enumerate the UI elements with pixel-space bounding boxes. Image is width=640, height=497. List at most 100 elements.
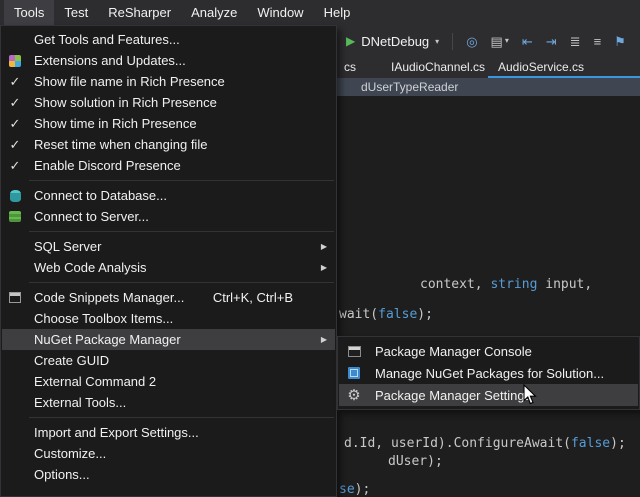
code-fragment: dUser); <box>388 454 443 469</box>
code-fragment: d.Id, userId).ConfigureAwait(false); <box>344 436 626 451</box>
menu-item-label: Enable Discord Presence <box>28 158 181 173</box>
menubar-item-analyze[interactable]: Analyze <box>181 0 247 25</box>
menu-item-label: Show time in Rich Presence <box>28 116 197 131</box>
bookmark-icon[interactable]: ⚑ <box>614 35 626 48</box>
debug-target-label: DNetDebug <box>361 34 429 49</box>
menu-item-enable-discord-presence[interactable]: ✓Enable Discord Presence <box>2 155 335 176</box>
menubar-item-test[interactable]: Test <box>54 0 98 25</box>
menu-item-label: Manage NuGet Packages for Solution... <box>369 366 604 381</box>
comment-icon[interactable]: ≣ <box>570 35 581 48</box>
menu-item-show-solution-in-rich-presence[interactable]: ✓Show solution in Rich Presence <box>2 92 335 113</box>
console-icon <box>346 343 362 359</box>
menu-item-label: External Tools... <box>28 395 126 410</box>
checkmark-icon: ✓ <box>2 158 28 174</box>
menu-item-label: Extensions and Updates... <box>28 53 186 68</box>
tab-cs[interactable]: cs <box>344 57 356 78</box>
chevron-down-icon: ▾ <box>435 37 439 46</box>
menu-item-label: Connect to Database... <box>28 188 167 203</box>
menu-item-label: Choose Toolbox Items... <box>28 311 173 326</box>
menu-separator <box>29 282 334 283</box>
server-icon <box>7 209 23 225</box>
file-dropdown-icon[interactable]: ▤▾ <box>491 35 509 48</box>
gear-icon: ⚙ <box>346 387 362 403</box>
menu-item-label: Import and Export Settings... <box>28 425 199 440</box>
menu-item-customize[interactable]: Customize... <box>2 443 335 464</box>
menu-item-choose-toolbox-items[interactable]: Choose Toolbox Items... <box>2 308 335 329</box>
menu-item-connect-to-server[interactable]: Connect to Server... <box>2 206 335 227</box>
menu-separator <box>29 231 334 232</box>
menu-item-show-time-in-rich-presence[interactable]: ✓Show time in Rich Presence <box>2 113 335 134</box>
menu-item-create-guid[interactable]: Create GUID <box>2 350 335 371</box>
menu-item-show-file-name-in-rich-presence[interactable]: ✓Show file name in Rich Presence <box>2 71 335 92</box>
menubar: ToolsTestReSharperAnalyzeWindowHelp <box>0 0 640 25</box>
menu-item-label: SQL Server <box>28 239 101 254</box>
menu-item-label: Connect to Server... <box>28 209 149 224</box>
menu-item-sql-server[interactable]: SQL Server▶ <box>2 236 335 257</box>
menu-item-package-manager-console[interactable]: Package Manager Console <box>339 340 638 362</box>
checkmark-icon: ✓ <box>2 116 28 132</box>
menu-item-import-and-export-settings[interactable]: Import and Export Settings... <box>2 422 335 443</box>
menubar-item-window[interactable]: Window <box>247 0 313 25</box>
menubar-item-tools[interactable]: Tools <box>4 0 54 25</box>
menu-item-code-snippets-manager[interactable]: Code Snippets Manager...Ctrl+K, Ctrl+B <box>2 287 335 308</box>
editor-navigation-bar[interactable]: dUserTypeReader <box>337 78 640 96</box>
tab-iaudiochannel-cs[interactable]: IAudioChannel.cs <box>391 57 485 78</box>
attach-icon[interactable]: ◎ <box>466 35 477 48</box>
menu-gutter <box>2 290 28 306</box>
menu-item-label: Customize... <box>28 446 106 461</box>
checkmark-icon: ✓ <box>2 137 28 153</box>
menu-item-external-command-2[interactable]: External Command 2 <box>2 371 335 392</box>
menu-item-label: Show solution in Rich Presence <box>28 95 217 110</box>
toolbar-separator <box>452 33 453 50</box>
checkmark-icon: ✓ <box>2 74 28 90</box>
menu-item-label: Package Manager Settings <box>369 388 531 403</box>
database-icon <box>7 188 23 204</box>
code-fragment: wait(false); <box>339 307 433 322</box>
menu-item-options[interactable]: Options... <box>2 464 335 485</box>
tools-menu-dropdown: Get Tools and Features... Extensions and … <box>0 25 337 497</box>
start-debug-button[interactable]: ▶ DNetDebug ▾ <box>346 34 439 49</box>
menubar-item-resharper[interactable]: ReSharper <box>98 0 181 25</box>
submenu-arrow-icon: ▶ <box>313 335 335 344</box>
tab-audioservice-cs[interactable]: AudioService.cs <box>498 57 584 78</box>
menu-gutter <box>2 53 28 69</box>
menu-item-label: Show file name in Rich Presence <box>28 74 225 89</box>
menu-item-extensions-and-updates[interactable]: Extensions and Updates... <box>2 50 335 71</box>
navigation-bar-text: dUserTypeReader <box>361 80 458 94</box>
menu-item-external-tools[interactable]: External Tools... <box>2 392 335 413</box>
menu-item-label: Options... <box>28 467 90 482</box>
menu-separator <box>29 417 334 418</box>
menu-item-label: Get Tools and Features... <box>28 32 180 47</box>
nuget-package-manager-submenu: Package Manager Console Manage NuGet Pack… <box>337 336 640 410</box>
indent-icon[interactable]: ⇥ <box>546 35 557 48</box>
code-fragment: context, string input, <box>420 277 592 292</box>
menu-item-label: NuGet Package Manager <box>28 332 181 347</box>
menu-item-label: Code Snippets Manager... <box>28 290 184 305</box>
menu-item-label: External Command 2 <box>28 374 156 389</box>
snippets-icon <box>7 290 23 306</box>
menu-item-manage-nuget-packages-for-solution[interactable]: Manage NuGet Packages for Solution... <box>339 362 638 384</box>
menu-item-nuget-package-manager[interactable]: NuGet Package Manager ▶ <box>2 329 335 350</box>
nuget-icon <box>346 365 362 381</box>
mouse-cursor <box>523 384 539 406</box>
menu-item-package-manager-settings[interactable]: ⚙ Package Manager Settings <box>339 384 638 406</box>
submenu-arrow-icon: ▶ <box>313 263 335 272</box>
menu-separator <box>29 180 334 181</box>
uncomment-icon[interactable]: ≡ <box>594 35 602 48</box>
chevron-down-icon: ▾ <box>505 37 509 45</box>
menu-item-label: Create GUID <box>28 353 109 368</box>
menu-gutter <box>2 188 28 204</box>
menu-item-connect-to-database[interactable]: Connect to Database... <box>2 185 335 206</box>
menu-gutter <box>339 365 369 381</box>
menu-gutter <box>2 209 28 225</box>
menu-item-label: Web Code Analysis <box>28 260 147 275</box>
menubar-item-help[interactable]: Help <box>314 0 361 25</box>
outdent-icon[interactable]: ⇤ <box>522 35 533 48</box>
menu-item-get-tools-and-features[interactable]: Get Tools and Features... <box>2 29 335 50</box>
menu-gutter <box>339 343 369 359</box>
menu-item-web-code-analysis[interactable]: Web Code Analysis ▶ <box>2 257 335 278</box>
code-fragment: se); <box>339 482 370 497</box>
checkmark-icon: ✓ <box>2 95 28 111</box>
toolbar: ▶ DNetDebug ▾ ◎▤▾⇤⇥≣≡⚑▥ <box>346 26 640 56</box>
menu-item-reset-time-when-changing-file[interactable]: ✓Reset time when changing file <box>2 134 335 155</box>
